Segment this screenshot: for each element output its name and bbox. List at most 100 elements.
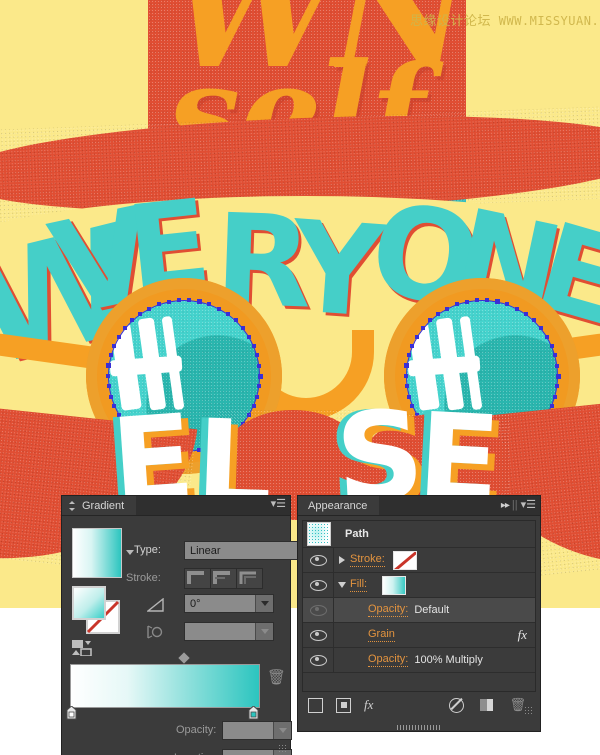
anchor-point[interactable] bbox=[555, 384, 560, 389]
anchor-point[interactable] bbox=[138, 311, 143, 316]
disclosure-fill[interactable] bbox=[334, 582, 350, 588]
appearance-panel-menu-icon[interactable]: ▾☰ bbox=[521, 499, 536, 511]
fill-attribute-label[interactable]: Fill: bbox=[350, 578, 368, 592]
anchor-point[interactable] bbox=[538, 326, 543, 331]
angle-chevron-down-icon[interactable] bbox=[255, 595, 273, 612]
eye-icon[interactable] bbox=[309, 579, 327, 591]
opacity-chevron-down-icon[interactable] bbox=[273, 722, 291, 739]
appearance-target-row[interactable]: Path bbox=[303, 521, 535, 548]
anchor-point-selected[interactable] bbox=[106, 363, 112, 369]
anchor-point-selected[interactable] bbox=[494, 299, 500, 305]
anchor-point[interactable] bbox=[112, 343, 117, 348]
anchor-point[interactable] bbox=[255, 353, 260, 358]
anchor-point-selected[interactable] bbox=[404, 363, 410, 369]
appearance-attribute-list[interactable]: Path Stroke: Fill: Opacity: Default Grai… bbox=[302, 520, 536, 692]
double-arrow-icon[interactable]: ▸▸ bbox=[501, 500, 510, 511]
eye-icon[interactable] bbox=[309, 654, 327, 666]
fill-stroke-indicator[interactable] bbox=[72, 586, 120, 634]
fill-stroke-default-swap-icon[interactable] bbox=[72, 640, 98, 656]
anchor-point[interactable] bbox=[166, 299, 171, 304]
add-new-effect-button[interactable]: fx bbox=[364, 697, 373, 713]
anchor-point-selected[interactable] bbox=[196, 299, 202, 305]
anchor-point[interactable] bbox=[225, 311, 230, 316]
gradient-slider-ramp[interactable] bbox=[70, 664, 260, 708]
aspect-ratio-input[interactable] bbox=[184, 622, 274, 641]
eye-icon[interactable] bbox=[309, 629, 327, 641]
panel-menu-icon[interactable]: ▾☰ bbox=[271, 499, 286, 510]
anchor-point[interactable] bbox=[553, 394, 558, 399]
fill-color-swatch-gradient[interactable] bbox=[382, 575, 407, 595]
fill-opacity-label[interactable]: Opacity: bbox=[368, 603, 409, 617]
anchor-point[interactable] bbox=[257, 363, 262, 368]
anchor-point[interactable] bbox=[553, 353, 558, 358]
anchor-point[interactable] bbox=[207, 302, 212, 307]
grain-effect-label[interactable]: Grain bbox=[368, 628, 395, 642]
apply-gradient-within-stroke-button[interactable] bbox=[184, 568, 211, 589]
eye-icon[interactable] bbox=[309, 554, 327, 566]
object-opacity-label[interactable]: Opacity: bbox=[368, 653, 409, 667]
gradient-swatch[interactable] bbox=[72, 528, 122, 578]
visibility-toggle-grain[interactable] bbox=[303, 623, 334, 647]
anchor-point[interactable] bbox=[404, 374, 408, 378]
panel-resize-grip[interactable] bbox=[524, 706, 533, 715]
anchor-point[interactable] bbox=[505, 302, 510, 307]
delete-stop-trash-icon[interactable]: 🗑 bbox=[267, 668, 286, 686]
disclosure-stroke[interactable] bbox=[334, 556, 350, 564]
gradient-stop-start[interactable] bbox=[66, 705, 77, 720]
anchor-point[interactable] bbox=[485, 298, 490, 303]
anchor-point[interactable] bbox=[406, 353, 411, 358]
fill-swatch-gradient[interactable] bbox=[72, 586, 106, 620]
chevron-right-icon[interactable] bbox=[339, 556, 345, 564]
anchor-point[interactable] bbox=[246, 334, 251, 339]
anchor-point[interactable] bbox=[445, 306, 450, 311]
opacity-input[interactable] bbox=[222, 721, 292, 740]
appearance-row-fill-opacity[interactable]: Opacity: Default bbox=[303, 598, 535, 623]
appearance-row-object-opacity[interactable]: Opacity: 100% Multiply bbox=[303, 648, 535, 673]
duplicate-selected-item-button[interactable] bbox=[480, 699, 494, 711]
apply-gradient-along-stroke-button[interactable] bbox=[210, 568, 237, 589]
apply-gradient-across-stroke-button[interactable] bbox=[236, 568, 263, 589]
visibility-toggle-object-opacity[interactable] bbox=[303, 648, 334, 672]
appearance-row-grain-effect[interactable]: Grain fx bbox=[303, 623, 535, 648]
stroke-attribute-label[interactable]: Stroke: bbox=[350, 553, 385, 567]
gradient-stop-end[interactable] bbox=[248, 705, 259, 720]
aspect-ratio-chevron-down-icon[interactable] bbox=[255, 623, 273, 640]
anchor-point[interactable] bbox=[464, 299, 469, 304]
appearance-panel[interactable]: Appearance ▸▸ || ▾☰ Path Stroke: Fill: O… bbox=[298, 496, 540, 731]
anchor-point[interactable] bbox=[108, 353, 113, 358]
anchor-point[interactable] bbox=[257, 384, 262, 389]
anchor-point[interactable] bbox=[130, 318, 135, 323]
panel-resize-grip[interactable] bbox=[278, 744, 287, 753]
anchor-point[interactable] bbox=[106, 374, 110, 378]
chevron-down-icon[interactable] bbox=[338, 582, 346, 588]
anchor-point[interactable] bbox=[436, 311, 441, 316]
anchor-point[interactable] bbox=[187, 298, 192, 303]
anchor-point[interactable] bbox=[117, 334, 122, 339]
gradient-presets-chevron-down-icon[interactable] bbox=[126, 550, 134, 555]
visibility-toggle-fill-opacity[interactable] bbox=[303, 598, 334, 622]
appearance-row-stroke[interactable]: Stroke: bbox=[303, 548, 535, 573]
angle-input[interactable]: 0° bbox=[184, 594, 274, 613]
visibility-toggle-stroke[interactable] bbox=[303, 548, 334, 572]
anchor-point[interactable] bbox=[106, 384, 111, 389]
anchor-point[interactable] bbox=[549, 404, 554, 409]
anchor-point-selected[interactable] bbox=[555, 373, 561, 379]
anchor-point[interactable] bbox=[415, 334, 420, 339]
gradient-panel-header[interactable]: Gradient ▾☰ bbox=[62, 496, 290, 516]
anchor-point[interactable] bbox=[147, 306, 152, 311]
anchor-point[interactable] bbox=[454, 302, 459, 307]
gradient-midpoint-stop[interactable] bbox=[178, 652, 190, 664]
visibility-toggle-fill[interactable] bbox=[303, 573, 334, 597]
anchor-point[interactable] bbox=[523, 311, 528, 316]
anchor-point[interactable] bbox=[514, 306, 519, 311]
anchor-point-selected[interactable] bbox=[257, 373, 263, 379]
anchor-point[interactable] bbox=[428, 318, 433, 323]
gradient-panel-tab[interactable]: Gradient bbox=[62, 496, 137, 515]
anchor-point[interactable] bbox=[176, 298, 181, 303]
appearance-panel-tab[interactable]: Appearance bbox=[298, 496, 380, 515]
fx-icon[interactable]: fx bbox=[518, 627, 527, 643]
anchor-point[interactable] bbox=[233, 318, 238, 323]
anchor-point[interactable] bbox=[555, 363, 560, 368]
anchor-point[interactable] bbox=[216, 306, 221, 311]
anchor-point[interactable] bbox=[240, 326, 245, 331]
